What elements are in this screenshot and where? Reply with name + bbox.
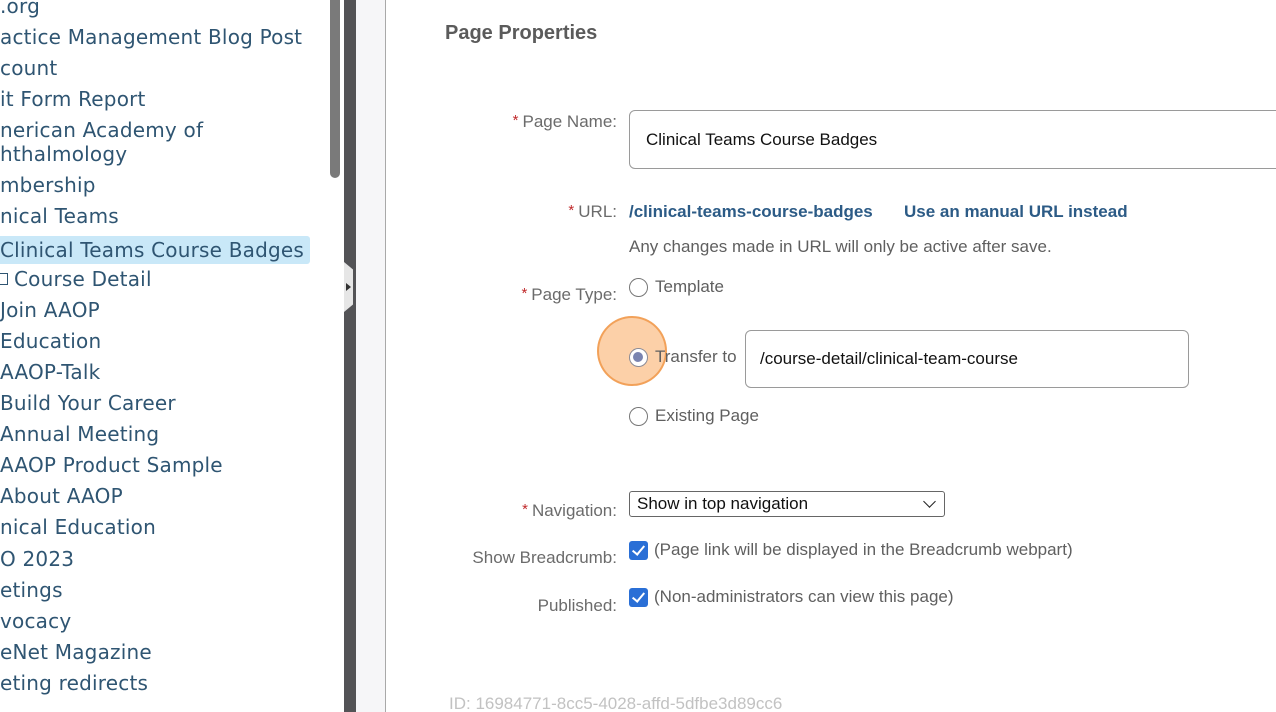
label-text: URL: (578, 202, 617, 221)
navigation-selected-value: Show in top navigation (637, 494, 809, 513)
tree-item-label: Education (0, 329, 102, 353)
radio-label: Template (655, 277, 724, 296)
required-marker: * (512, 112, 519, 129)
manual-url-link[interactable]: Use an manual URL instead (904, 202, 1128, 222)
label-text: Navigation: (531, 501, 617, 520)
published-option[interactable]: (Non-administrators can view this page) (629, 587, 954, 607)
tree-item[interactable]: .org (0, 0, 40, 18)
tree-item-label: count (0, 56, 58, 80)
template-radio[interactable] (629, 277, 648, 297)
page-editor: .org actice Management Blog Post count i… (0, 0, 1276, 712)
transfer-radio[interactable] (629, 347, 648, 367)
tree-item-label: Clinical Teams Course Badges (0, 238, 304, 262)
tree-item-label: actice Management Blog Post (0, 25, 303, 49)
navigation-label: * Navigation: (522, 501, 617, 521)
tree-item-label: .org (0, 0, 40, 18)
url-label: * URL: (568, 202, 617, 222)
tree-item[interactable]: it Form Report (0, 87, 146, 111)
tree-item-label: eting redirects (0, 671, 149, 695)
tree-item[interactable]: mbership (0, 173, 96, 197)
url-hint: Any changes made in URL will only be act… (629, 237, 1052, 256)
chevron-down-icon (923, 495, 936, 508)
checkbox-description: (Non-administrators can view this page) (654, 587, 954, 606)
tree-item-label: O 2023 (0, 547, 75, 571)
tree-item[interactable]: count (0, 56, 57, 80)
tree-item[interactable]: Course Detail (0, 267, 152, 291)
tree-item[interactable]: Join AAOP (0, 298, 100, 322)
page-name-label: * Page Name: (513, 112, 617, 132)
tree-item[interactable]: AAOP Product Sample (0, 453, 223, 477)
published-checkbox[interactable] (629, 587, 648, 607)
page-type-transfer-option[interactable]: Transfer to (629, 347, 737, 367)
label-text: Page Name: (522, 112, 618, 131)
tree-item-continuation[interactable]: hthalmology (0, 142, 127, 166)
tree-item[interactable]: Education (0, 329, 101, 353)
required-marker: * (521, 285, 528, 302)
tree-item[interactable]: vocacy (0, 609, 71, 633)
existing-page-radio[interactable] (629, 406, 648, 426)
tree-item-label: it Form Report (0, 87, 146, 111)
pane-splitter[interactable] (344, 0, 356, 712)
show-breadcrumb-checkbox[interactable] (629, 540, 648, 560)
tree-item-label: Join AAOP (0, 298, 100, 322)
label-text: Page Type: (531, 285, 617, 304)
tree-item[interactable]: About AAOP (0, 484, 123, 508)
tree-item-label: nerican Academy of (0, 118, 204, 142)
sidebar-scrollbar[interactable] (330, 0, 340, 178)
tree-item[interactable]: nical Education (0, 515, 156, 539)
navigation-select[interactable]: Show in top navigation (629, 491, 945, 517)
tree-item[interactable]: eting redirects (0, 671, 148, 695)
tree-item[interactable]: AAOP-Talk (0, 360, 100, 384)
page-properties-panel: Page Properties *Page Name: *URL: /clini… (387, 0, 1276, 712)
tree-item-label: nical Teams (0, 204, 119, 228)
tree-item-label: Course Detail (14, 267, 152, 291)
required-marker: * (522, 501, 528, 518)
tree-item-label: Annual Meeting (0, 422, 160, 446)
section-title: Page Properties (445, 22, 598, 44)
tree-item[interactable]: O 2023 (0, 547, 74, 571)
tree-item[interactable]: eNet Magazine (0, 640, 152, 664)
page-tree-sidebar: .org actice Management Blog Post count i… (0, 0, 344, 712)
tree-item[interactable]: Build Your Career (0, 391, 176, 415)
radio-label: Transfer to (655, 347, 737, 366)
tree-item[interactable]: actice Management Blog Post (0, 25, 302, 49)
content-gutter (356, 0, 386, 712)
required-marker: * (568, 202, 575, 219)
show-breadcrumb-option[interactable]: (Page link will be displayed in the Brea… (629, 540, 1073, 560)
url-value-link[interactable]: /clinical-teams-course-badges (629, 202, 873, 222)
tree-item-label: AAOP-Talk (0, 360, 101, 384)
tree-item-label: mbership (0, 173, 96, 197)
page-type-existing-option[interactable]: Existing Page (629, 406, 759, 426)
tree-item-selected[interactable]: Clinical Teams Course Badges (0, 236, 310, 264)
transfer-url-input[interactable] (745, 330, 1189, 388)
tree-item[interactable]: etings (0, 578, 63, 602)
published-label: Published: (537, 596, 617, 615)
page-id-text: ID: 16984771-8cc5-4028-affd-5dfbe3d89cc6 (449, 694, 783, 712)
tree-item-label: nical Education (0, 515, 156, 539)
page-type-template-option[interactable]: Template (629, 277, 724, 297)
triangle-right-icon (346, 283, 351, 291)
show-breadcrumb-label: Show Breadcrumb: (472, 548, 617, 567)
tree-item-label: etings (0, 578, 63, 602)
tree-item-label: About AAOP (0, 484, 123, 508)
checkbox-description: (Page link will be displayed in the Brea… (654, 540, 1073, 559)
tree-item-label: hthalmology (0, 142, 128, 166)
tree-item-label: Build Your Career (0, 391, 176, 415)
page-icon (0, 273, 8, 285)
radio-label: Existing Page (655, 406, 759, 425)
tree-item-label: vocacy (0, 609, 72, 633)
tree-item[interactable]: nerican Academy of (0, 118, 203, 142)
page-name-input[interactable] (629, 110, 1276, 169)
tree-item[interactable]: Annual Meeting (0, 422, 159, 446)
tree-item-label: eNet Magazine (0, 640, 152, 664)
tree-item-label: AAOP Product Sample (0, 453, 223, 477)
tree-item[interactable]: nical Teams (0, 204, 119, 228)
page-type-label: * Page Type: (521, 285, 617, 305)
